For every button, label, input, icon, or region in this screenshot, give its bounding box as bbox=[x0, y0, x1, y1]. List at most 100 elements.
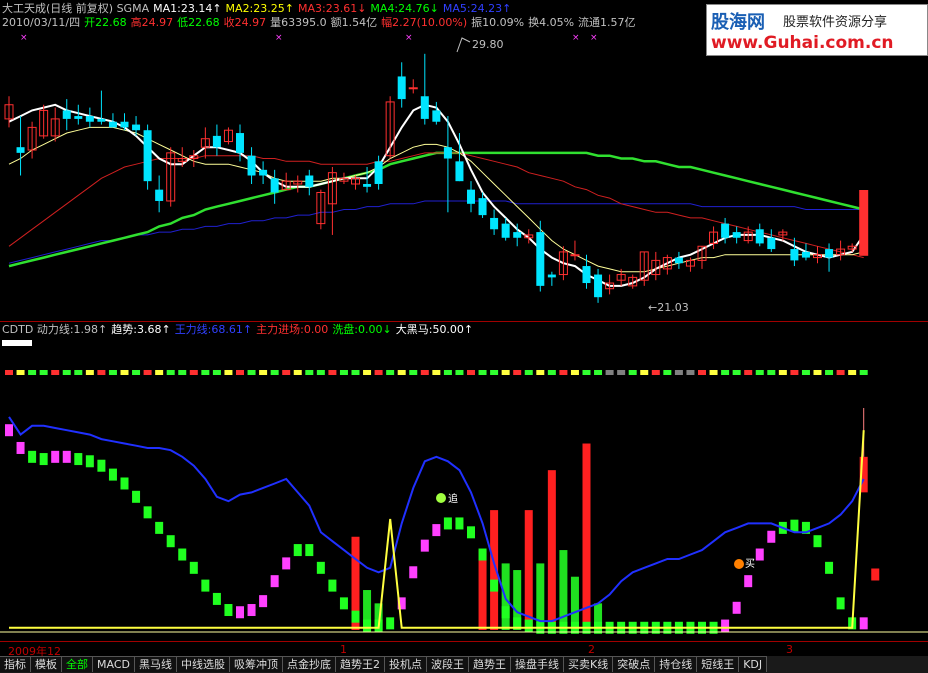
signal-dot bbox=[132, 370, 141, 375]
tab-17[interactable]: KDJ bbox=[739, 656, 768, 672]
signal-dot bbox=[617, 370, 626, 375]
ma-legend-item-0: 大工天成(日线 前复权) SGMA bbox=[2, 2, 150, 15]
tab-13[interactable]: 买卖K线 bbox=[563, 656, 614, 672]
trend-block bbox=[409, 566, 418, 579]
tab-16[interactable]: 短线王 bbox=[697, 656, 740, 672]
tab-6[interactable]: 吸筹冲顶 bbox=[229, 656, 283, 672]
signal-dot bbox=[282, 370, 291, 375]
candle-body bbox=[801, 251, 810, 258]
signal-dot bbox=[236, 370, 244, 375]
trend-block bbox=[386, 617, 395, 630]
signal-dot bbox=[582, 370, 591, 375]
signal-dot bbox=[212, 370, 221, 375]
signal-dot bbox=[247, 370, 256, 375]
candle-body bbox=[674, 257, 683, 264]
mai-signal-label: 买 bbox=[745, 558, 755, 570]
signal-dot bbox=[524, 370, 533, 375]
tab-11[interactable]: 趋势王 bbox=[468, 656, 511, 672]
trend-block bbox=[236, 606, 244, 619]
tab-14[interactable]: 突破点 bbox=[613, 656, 656, 672]
tab-5[interactable]: 中线选股 bbox=[176, 656, 230, 672]
signal-dot bbox=[455, 370, 464, 375]
signal-dot bbox=[39, 370, 48, 375]
candle-body bbox=[305, 175, 314, 187]
signal-dot bbox=[628, 370, 637, 375]
trend-block bbox=[432, 524, 441, 537]
trend-block bbox=[189, 561, 198, 574]
tab-8[interactable]: 趋势王2 bbox=[335, 656, 385, 672]
candle-body bbox=[467, 189, 475, 204]
trend-block bbox=[490, 579, 499, 592]
trend-block bbox=[328, 579, 337, 592]
candle-body bbox=[74, 116, 83, 119]
signal-dot bbox=[501, 370, 510, 375]
tab-3[interactable]: MACD bbox=[93, 656, 135, 672]
signal-dot bbox=[201, 370, 210, 375]
quote-item-7: 幅2.27(10.00%) bbox=[381, 16, 468, 29]
candle-body bbox=[408, 87, 418, 90]
trend-block bbox=[443, 517, 452, 530]
candle-body bbox=[732, 232, 741, 238]
last-candle-body bbox=[859, 190, 868, 256]
stock-info-line-1: 大工天成(日线 前复权) SGMA MA1:23.14↑ MA2:23.25↑ MA3… bbox=[2, 2, 515, 16]
zhui-signal-label: 追 bbox=[448, 492, 458, 505]
tab-0[interactable]: 指标 bbox=[0, 656, 31, 672]
tab-1[interactable]: 模板 bbox=[31, 656, 62, 672]
candle-body bbox=[236, 133, 244, 153]
candle-body bbox=[767, 237, 776, 250]
cdtd-indicator-chart[interactable]: 追买 bbox=[0, 338, 928, 638]
tab-7[interactable]: 点金抄底 bbox=[282, 656, 336, 672]
signal-dot bbox=[28, 370, 37, 375]
tab-10[interactable]: 波段王 bbox=[426, 656, 469, 672]
trend-block bbox=[420, 539, 429, 552]
tab-4[interactable]: 黑马线 bbox=[134, 656, 177, 672]
indicator-value-5: 大黑马:50.00↑ bbox=[395, 323, 474, 336]
candle-body bbox=[97, 118, 106, 122]
logo-name: 股海网 bbox=[711, 12, 765, 33]
signal-dot bbox=[698, 370, 706, 375]
signal-dot bbox=[224, 370, 233, 375]
signal-dot bbox=[189, 370, 198, 375]
trend-block bbox=[201, 579, 210, 592]
trend-block bbox=[5, 424, 13, 437]
candle-body bbox=[247, 155, 256, 176]
signal-dot bbox=[51, 370, 60, 375]
tab-2[interactable]: 全部 bbox=[62, 656, 93, 672]
tab-12[interactable]: 操盘手线 bbox=[510, 656, 564, 672]
signal-dot bbox=[686, 370, 695, 375]
pane-divider[interactable] bbox=[0, 321, 928, 322]
signal-dot bbox=[825, 370, 834, 375]
tab-15[interactable]: 持仓线 bbox=[655, 656, 698, 672]
tab-9[interactable]: 投机点 bbox=[384, 656, 427, 672]
signal-dot bbox=[848, 370, 857, 375]
trend-block bbox=[62, 450, 71, 463]
marker-0: × bbox=[20, 33, 28, 43]
price-kline-chart[interactable]: × × × × × 29.80 ←21.03 bbox=[0, 32, 928, 320]
signal-dot bbox=[640, 370, 649, 375]
trend-block bbox=[178, 548, 187, 561]
signal-dot bbox=[305, 370, 314, 375]
quote-item-5: 量63395.0 bbox=[270, 16, 327, 29]
ma2-line bbox=[8, 126, 864, 273]
signal-dot bbox=[721, 370, 730, 375]
trend-block bbox=[270, 575, 279, 588]
trend-block bbox=[212, 592, 221, 605]
quote-item-8: 振10.09% bbox=[471, 16, 525, 29]
trend-block bbox=[74, 453, 83, 466]
trend-block bbox=[305, 544, 314, 557]
trend-block bbox=[97, 459, 106, 472]
candle-body bbox=[490, 217, 499, 230]
trend-block bbox=[293, 544, 302, 557]
trend-block bbox=[871, 568, 880, 581]
high-annotation: 29.80 bbox=[472, 38, 504, 51]
candle-body bbox=[582, 266, 591, 284]
signal-dot bbox=[155, 370, 164, 375]
marker-3: × bbox=[572, 33, 580, 43]
candle-body bbox=[143, 130, 152, 182]
ma-legend-item-1: MA1:23.14↑ bbox=[153, 2, 222, 15]
trend-block bbox=[120, 477, 129, 490]
signal-dot bbox=[709, 370, 718, 375]
ma-legend-item-3: MA3:23.61↓ bbox=[297, 2, 367, 15]
trend-block bbox=[224, 604, 233, 617]
signal-dot bbox=[513, 370, 522, 375]
